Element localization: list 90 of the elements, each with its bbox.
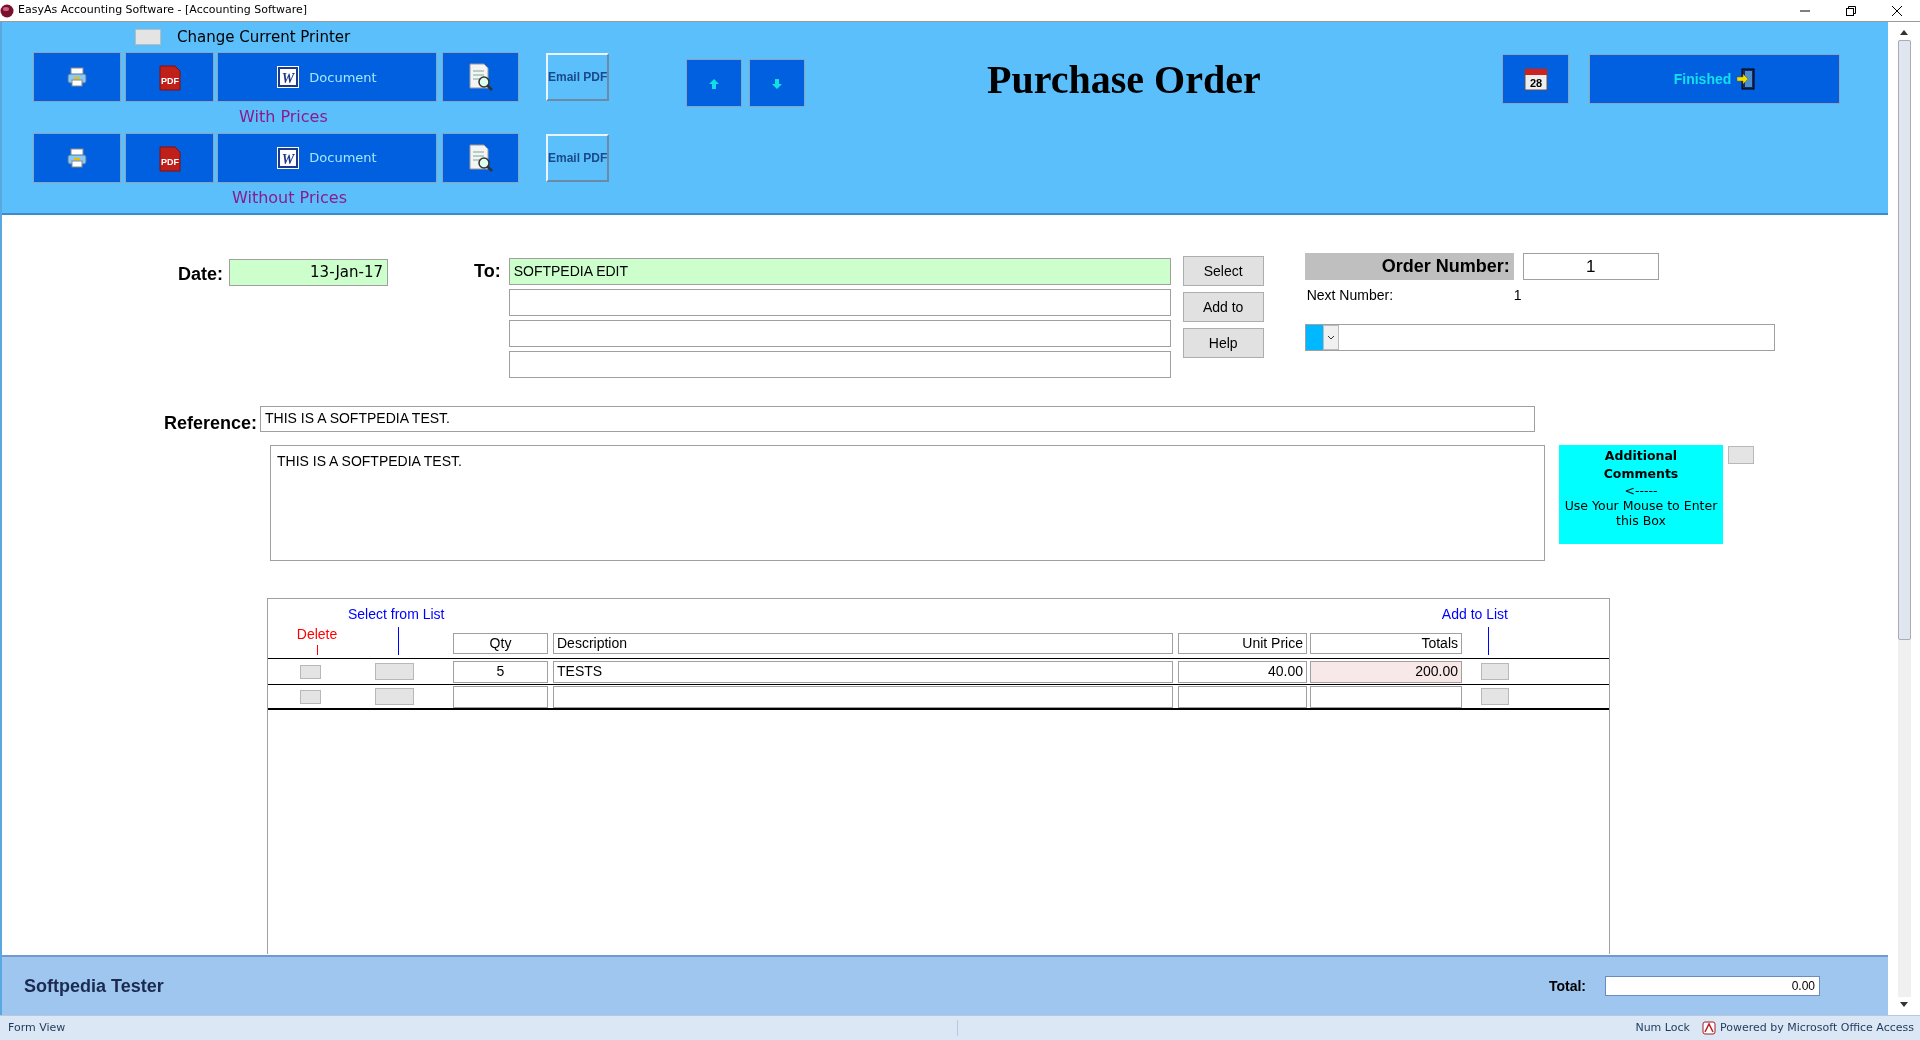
email-pdf-button[interactable]: Email PDF	[546, 53, 609, 102]
exit-door-icon	[1737, 68, 1756, 90]
address-field[interactable]	[508, 351, 1171, 378]
date-label: Date:	[178, 263, 223, 286]
to-label: To:	[474, 260, 501, 283]
next-number-label: Next Number:	[1306, 285, 1395, 305]
total-label: Total:	[1548, 976, 1586, 996]
address-field[interactable]: SOFTPEDIA EDIT	[508, 258, 1171, 285]
column-header: Unit Price	[1178, 633, 1307, 654]
hint-text: Use Your Mouse to Enter this Box	[1563, 498, 1719, 528]
magnifier-document-icon	[467, 63, 494, 92]
up-button[interactable]	[686, 59, 742, 107]
user-name: Softpedia Tester	[24, 974, 164, 998]
num-lock-indicator: Num Lock	[1635, 1019, 1690, 1036]
pdf-icon: PDF	[158, 63, 181, 92]
dropdown-caret-icon	[1322, 325, 1339, 350]
qty-cell[interactable]: 5	[453, 660, 548, 683]
column-header: Description	[553, 633, 1173, 654]
address-button[interactable]: Help	[1182, 328, 1264, 358]
email-pdf-button[interactable]: Email PDF	[546, 133, 609, 182]
qty-cell[interactable]	[453, 685, 548, 708]
pdf-icon: PDF	[158, 143, 181, 172]
delete-marker-line	[316, 645, 318, 655]
access-logo-icon	[1701, 1021, 1716, 1035]
order-number-label: Order Number:	[1304, 253, 1514, 280]
reference-label: Reference:	[164, 412, 258, 435]
pdf-button[interactable]: PDF	[125, 132, 214, 183]
prices-caption: With Prices	[239, 106, 328, 129]
column-header: Totals	[1310, 633, 1462, 654]
pdf-button[interactable]: PDF	[125, 52, 214, 103]
word-icon: W	[277, 66, 300, 89]
printer-checkbox[interactable]	[135, 29, 161, 46]
add-marker-line	[1488, 627, 1489, 655]
add-to-list-link[interactable]: Add to List	[1441, 604, 1508, 625]
window-title: EasyAs Accounting Software - [Accounting Software]	[18, 2, 308, 19]
restore-icon[interactable]	[1846, 5, 1856, 16]
preview-button[interactable]	[442, 52, 519, 103]
print-button[interactable]	[33, 132, 121, 183]
printer-label: Change Current Printer	[177, 26, 351, 48]
scroll-up-icon[interactable]	[1899, 28, 1909, 36]
down-arrow-icon	[771, 77, 783, 90]
calendar-button[interactable]: 28	[1502, 54, 1569, 104]
down-button[interactable]	[749, 59, 805, 107]
close-icon[interactable]	[1892, 5, 1902, 16]
form-title: Purchase Order	[987, 56, 1261, 104]
printer-icon	[67, 147, 87, 168]
description-cell[interactable]: TESTS	[553, 660, 1173, 683]
next-number-value: 1	[1513, 285, 1522, 305]
printer-icon	[67, 67, 87, 88]
hint-text: <-----	[1623, 483, 1659, 498]
calendar-icon: 28	[1523, 67, 1548, 91]
print-button[interactable]	[33, 52, 121, 103]
add-button[interactable]	[1481, 688, 1509, 705]
view-mode-text: Form View	[8, 1019, 958, 1037]
select-button[interactable]	[375, 663, 414, 680]
prices-caption: Without Prices	[232, 186, 347, 209]
delete-button[interactable]	[300, 689, 321, 704]
column-header: Qty	[453, 633, 548, 654]
comments-field[interactable]: THIS IS A SOFTPEDIA TEST.	[270, 445, 1545, 561]
up-arrow-icon	[708, 77, 720, 90]
word-document-button[interactable]: W Document	[217, 52, 437, 103]
word-document-button[interactable]: W Document	[217, 132, 437, 183]
powered-by-text: Powered by Microsoft Office Access	[1719, 1019, 1914, 1036]
comments-button[interactable]	[1728, 446, 1754, 464]
preview-button[interactable]	[442, 132, 519, 183]
address-field[interactable]	[508, 289, 1171, 316]
unit-price-cell[interactable]	[1178, 685, 1307, 708]
address-button[interactable]: Select	[1182, 256, 1264, 286]
description-cell[interactable]	[553, 685, 1173, 708]
record-combo[interactable]	[1304, 324, 1775, 351]
unit-price-cell[interactable]: 40.00	[1178, 660, 1307, 683]
reference-field[interactable]: THIS IS A SOFTPEDIA TEST.	[260, 405, 1536, 432]
select-from-list-link[interactable]: Select from List	[348, 604, 445, 625]
delete-label: Delete	[296, 625, 338, 644]
word-icon: W	[277, 146, 300, 169]
select-button[interactable]	[375, 688, 414, 705]
hint-title: Additional Comments	[1602, 447, 1680, 483]
delete-button[interactable]	[300, 664, 321, 679]
app-logo-icon	[0, 3, 14, 18]
order-number-field[interactable]: 1	[1522, 253, 1659, 280]
address-button[interactable]: Add to	[1182, 292, 1264, 322]
date-field[interactable]: 13-Jan-17	[229, 259, 388, 286]
add-button[interactable]	[1481, 663, 1509, 680]
select-marker-line	[398, 627, 399, 655]
total-cell: 200.00	[1310, 660, 1462, 683]
magnifier-document-icon	[467, 143, 494, 172]
scrollbar-thumb[interactable]	[1897, 40, 1911, 640]
scroll-down-icon[interactable]	[1899, 1001, 1909, 1009]
total-field: 0.00	[1605, 976, 1820, 996]
address-field[interactable]	[508, 320, 1171, 347]
